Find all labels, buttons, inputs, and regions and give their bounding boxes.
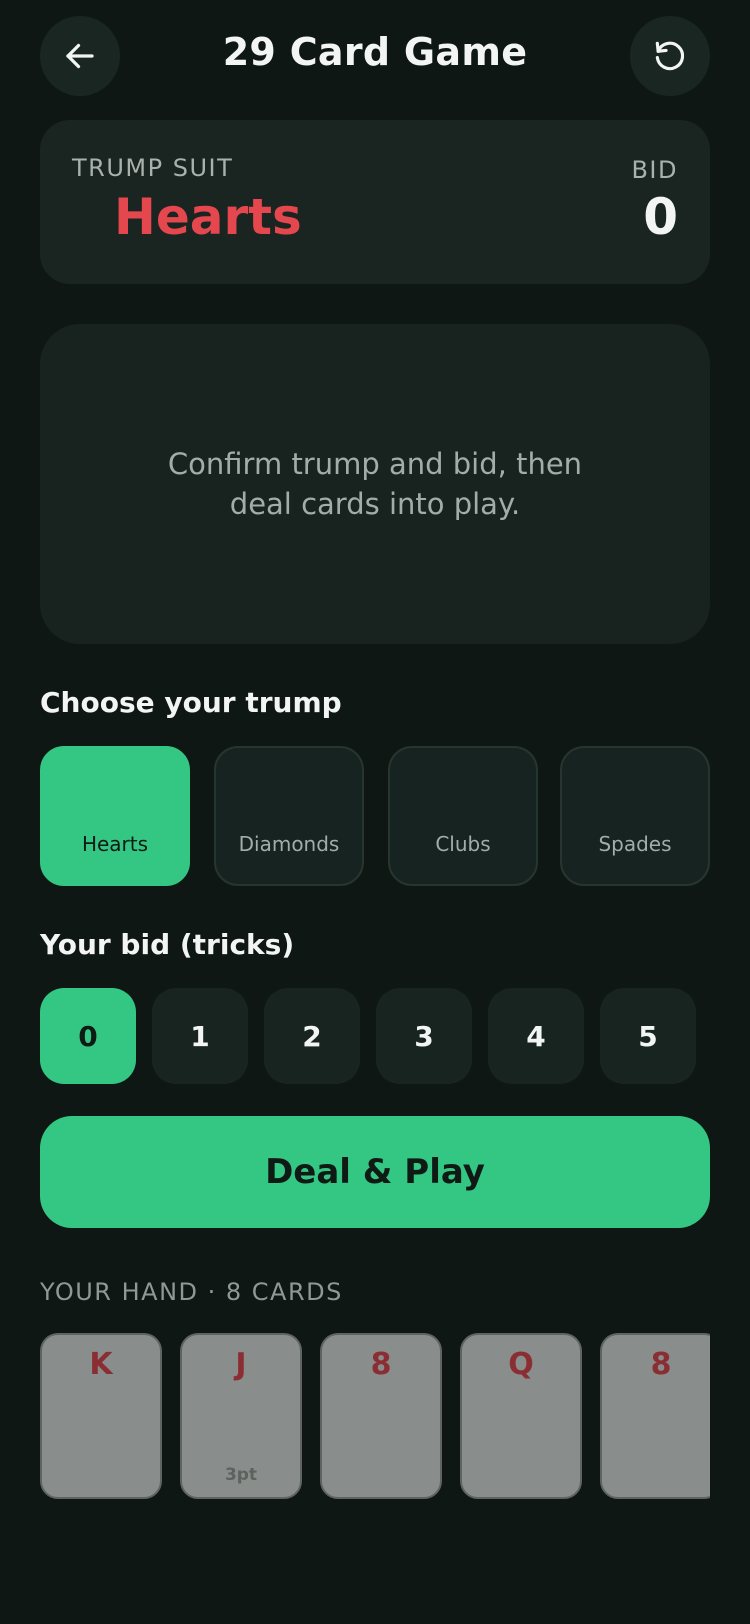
deal-and-play-button[interactable]: Deal & Play [40, 1116, 710, 1228]
bid-option-4[interactable]: 4 [488, 988, 584, 1084]
trump-option-label: Clubs [435, 832, 491, 856]
hand-cards-row[interactable]: K J 3pt 8 Q 8 [40, 1333, 710, 1501]
reset-button[interactable] [630, 16, 710, 96]
bid-section-title: Your bid (tricks) [40, 928, 295, 961]
hand-card[interactable]: 8 [320, 1333, 442, 1499]
app-root: 29 Card Game TRUMP SUIT Hearts BID 0 Con… [0, 0, 750, 1624]
card-rank: 8 [370, 1347, 392, 1382]
trump-option-spades[interactable]: Spades [560, 746, 710, 886]
card-points: 3pt [224, 1465, 258, 1485]
bid-option-1[interactable]: 1 [152, 988, 248, 1084]
bid-option-5[interactable]: 5 [600, 988, 696, 1084]
hand-card[interactable]: 8 [600, 1333, 710, 1499]
trump-suit-label: TRUMP SUIT [72, 154, 234, 182]
hand-label: YOUR HAND · 8 CARDS [40, 1278, 343, 1306]
header: 29 Card Game [0, 0, 750, 120]
card-rank: 8 [650, 1347, 672, 1382]
hand-card[interactable]: J 3pt [180, 1333, 302, 1499]
card-rank: J [235, 1347, 247, 1382]
bid-label: BID [631, 156, 678, 184]
trump-option-label: Spades [598, 832, 672, 856]
bid-option-2[interactable]: 2 [264, 988, 360, 1084]
bid-option-0[interactable]: 0 [40, 988, 136, 1084]
card-rank: Q [508, 1347, 534, 1382]
bid-option-3[interactable]: 3 [376, 988, 472, 1084]
trump-option-label: Hearts [81, 832, 149, 856]
hand-card[interactable]: Q [460, 1333, 582, 1499]
trump-option-diamonds[interactable]: Diamonds [214, 746, 364, 886]
trump-option-label: Diamonds [238, 832, 340, 856]
trump-option-hearts[interactable]: Hearts [40, 746, 190, 886]
card-rank: K [89, 1347, 113, 1382]
play-area: Confirm trump and bid, then deal cards i… [40, 324, 710, 644]
hand-card[interactable]: K [40, 1333, 162, 1499]
bid-value: 0 [643, 188, 678, 246]
trump-option-clubs[interactable]: Clubs [388, 746, 538, 886]
game-summary-card: TRUMP SUIT Hearts BID 0 [40, 120, 710, 284]
trump-suit-value: Hearts [114, 188, 302, 246]
play-area-message: Confirm trump and bid, then deal cards i… [167, 447, 583, 521]
rotate-ccw-icon [655, 41, 685, 71]
trump-section-title: Choose your trump [40, 686, 342, 719]
